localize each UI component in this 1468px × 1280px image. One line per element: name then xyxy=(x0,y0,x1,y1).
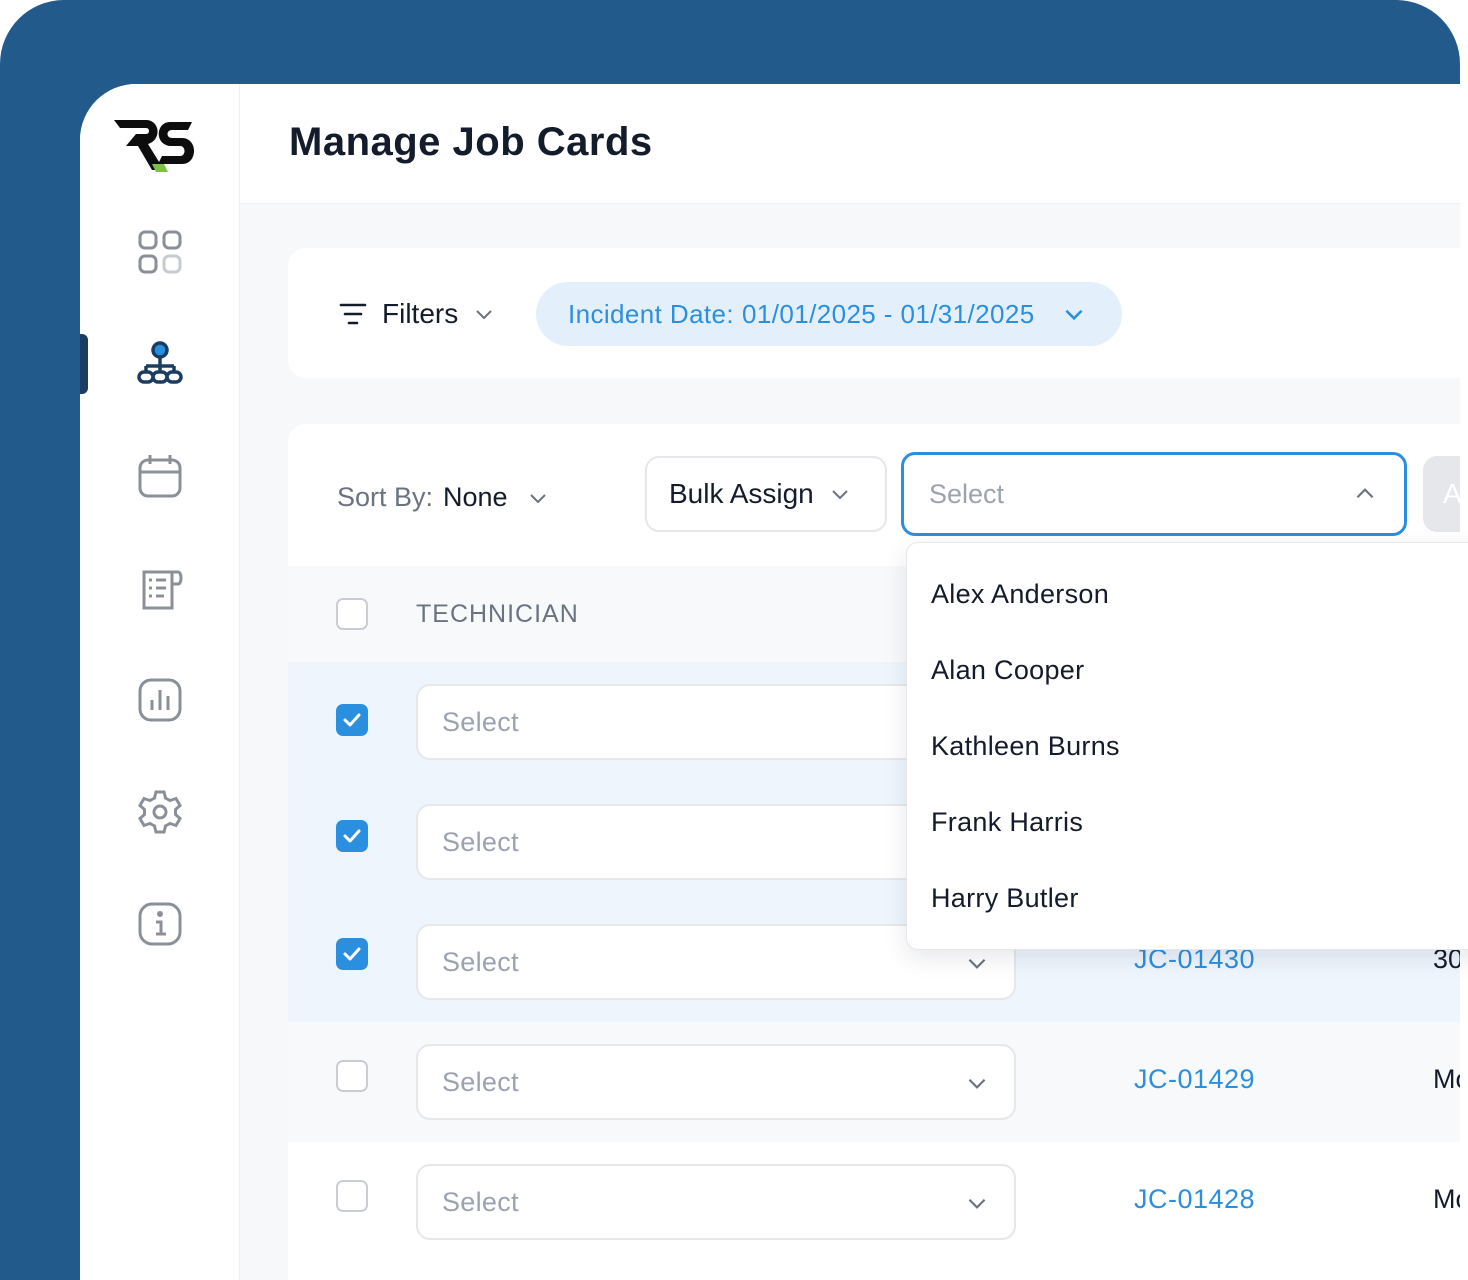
chevron-down-icon xyxy=(1065,309,1083,321)
info-icon xyxy=(138,902,182,946)
row-checkbox[interactable] xyxy=(336,938,368,970)
chevron-down-icon xyxy=(476,310,492,320)
sidebar-item-dashboard[interactable] xyxy=(80,222,240,282)
column-header-technician: TECHNICIAN xyxy=(416,600,579,628)
row-technician-value: Select xyxy=(442,706,519,737)
table-row: Select JC-01429 Mo xyxy=(288,1022,1460,1142)
chevron-down-icon xyxy=(529,493,546,503)
bulk-assign-label: Bulk Assign xyxy=(669,478,814,509)
bulk-assign-button[interactable]: Bulk Assign xyxy=(645,456,887,532)
checkmark-icon xyxy=(343,947,361,961)
row-technician-select[interactable]: Select xyxy=(416,1164,1016,1240)
filters-button[interactable]: Filters xyxy=(338,294,496,334)
chevron-down-icon xyxy=(968,958,986,969)
grid-icon xyxy=(138,230,182,274)
row-technician-value: Select xyxy=(442,1066,519,1097)
technician-dropdown-menu: Alex Anderson Alan Cooper Kathleen Burns… xyxy=(906,542,1468,950)
page-header: Manage Job Cards xyxy=(240,84,1460,204)
date-chip-value: 01/01/2025 - 01/31/2025 xyxy=(742,298,1035,329)
sort-by-label: Sort By: xyxy=(337,482,434,512)
dropdown-option[interactable]: Harry Butler xyxy=(931,883,1079,914)
dropdown-option[interactable]: Alan Cooper xyxy=(931,655,1084,686)
gear-icon xyxy=(138,790,182,834)
sidebar-item-documents[interactable] xyxy=(80,558,240,618)
dropdown-option[interactable]: Alex Anderson xyxy=(931,579,1109,610)
bulk-technician-select[interactable]: Select xyxy=(901,452,1407,536)
row-extra-cell: Mo xyxy=(1433,1184,1460,1214)
calendar-icon xyxy=(138,455,182,498)
row-technician-value: Select xyxy=(442,1186,519,1217)
sidebar-item-settings[interactable] xyxy=(80,782,240,842)
row-technician-select[interactable]: Select xyxy=(416,1044,1016,1120)
incident-date-filter-chip[interactable]: Incident Date: 01/01/2025 - 01/31/2025 xyxy=(536,282,1122,346)
filters-label: Filters xyxy=(382,298,459,329)
job-id-link[interactable]: JC-01429 xyxy=(1134,1064,1255,1095)
org-chart-icon xyxy=(137,341,183,384)
row-checkbox[interactable] xyxy=(336,1060,368,1092)
checkmark-icon xyxy=(343,829,361,843)
chevron-down-icon xyxy=(968,1198,986,1209)
sidebar-item-info[interactable] xyxy=(80,894,240,954)
filter-bar: Filters Incident Date: 01/01/2025 - 01/3… xyxy=(288,248,1460,378)
apply-button[interactable]: A xyxy=(1423,456,1460,532)
bar-chart-icon xyxy=(138,678,182,722)
row-technician-value: Select xyxy=(442,826,519,857)
dropdown-option[interactable]: Kathleen Burns xyxy=(931,731,1120,762)
chevron-down-icon xyxy=(968,1078,986,1089)
select-all-checkbox[interactable] xyxy=(336,598,368,630)
apply-label: A xyxy=(1443,478,1460,509)
rs-logo xyxy=(114,120,194,172)
job-id-link[interactable]: JC-01428 xyxy=(1134,1184,1255,1215)
date-chip-label: Incident Date: xyxy=(568,298,735,329)
chevron-down-icon xyxy=(832,490,848,500)
row-checkbox[interactable] xyxy=(336,820,368,852)
dropdown-option[interactable]: Frank Harris xyxy=(931,807,1083,838)
row-extra-cell: Mo xyxy=(1433,1064,1460,1094)
sort-by-dropdown[interactable]: Sort By: None xyxy=(337,482,550,513)
checkmark-icon xyxy=(343,713,361,727)
table-row: Select JC-01428 Mo xyxy=(288,1142,1460,1262)
bulk-technician-placeholder: Select xyxy=(929,478,1005,509)
page-title: Manage Job Cards xyxy=(289,120,653,164)
row-checkbox[interactable] xyxy=(336,1180,368,1212)
chevron-up-icon xyxy=(1356,488,1374,499)
sidebar xyxy=(80,84,240,1280)
sort-by-value: None xyxy=(443,482,508,512)
row-checkbox[interactable] xyxy=(336,704,368,736)
row-technician-value: Select xyxy=(442,946,519,977)
document-icon xyxy=(142,570,183,610)
sidebar-item-reports[interactable] xyxy=(80,670,240,730)
sidebar-item-calendar[interactable] xyxy=(80,446,240,506)
filter-lines-icon xyxy=(339,303,367,325)
sidebar-item-job-cards[interactable] xyxy=(80,334,240,394)
